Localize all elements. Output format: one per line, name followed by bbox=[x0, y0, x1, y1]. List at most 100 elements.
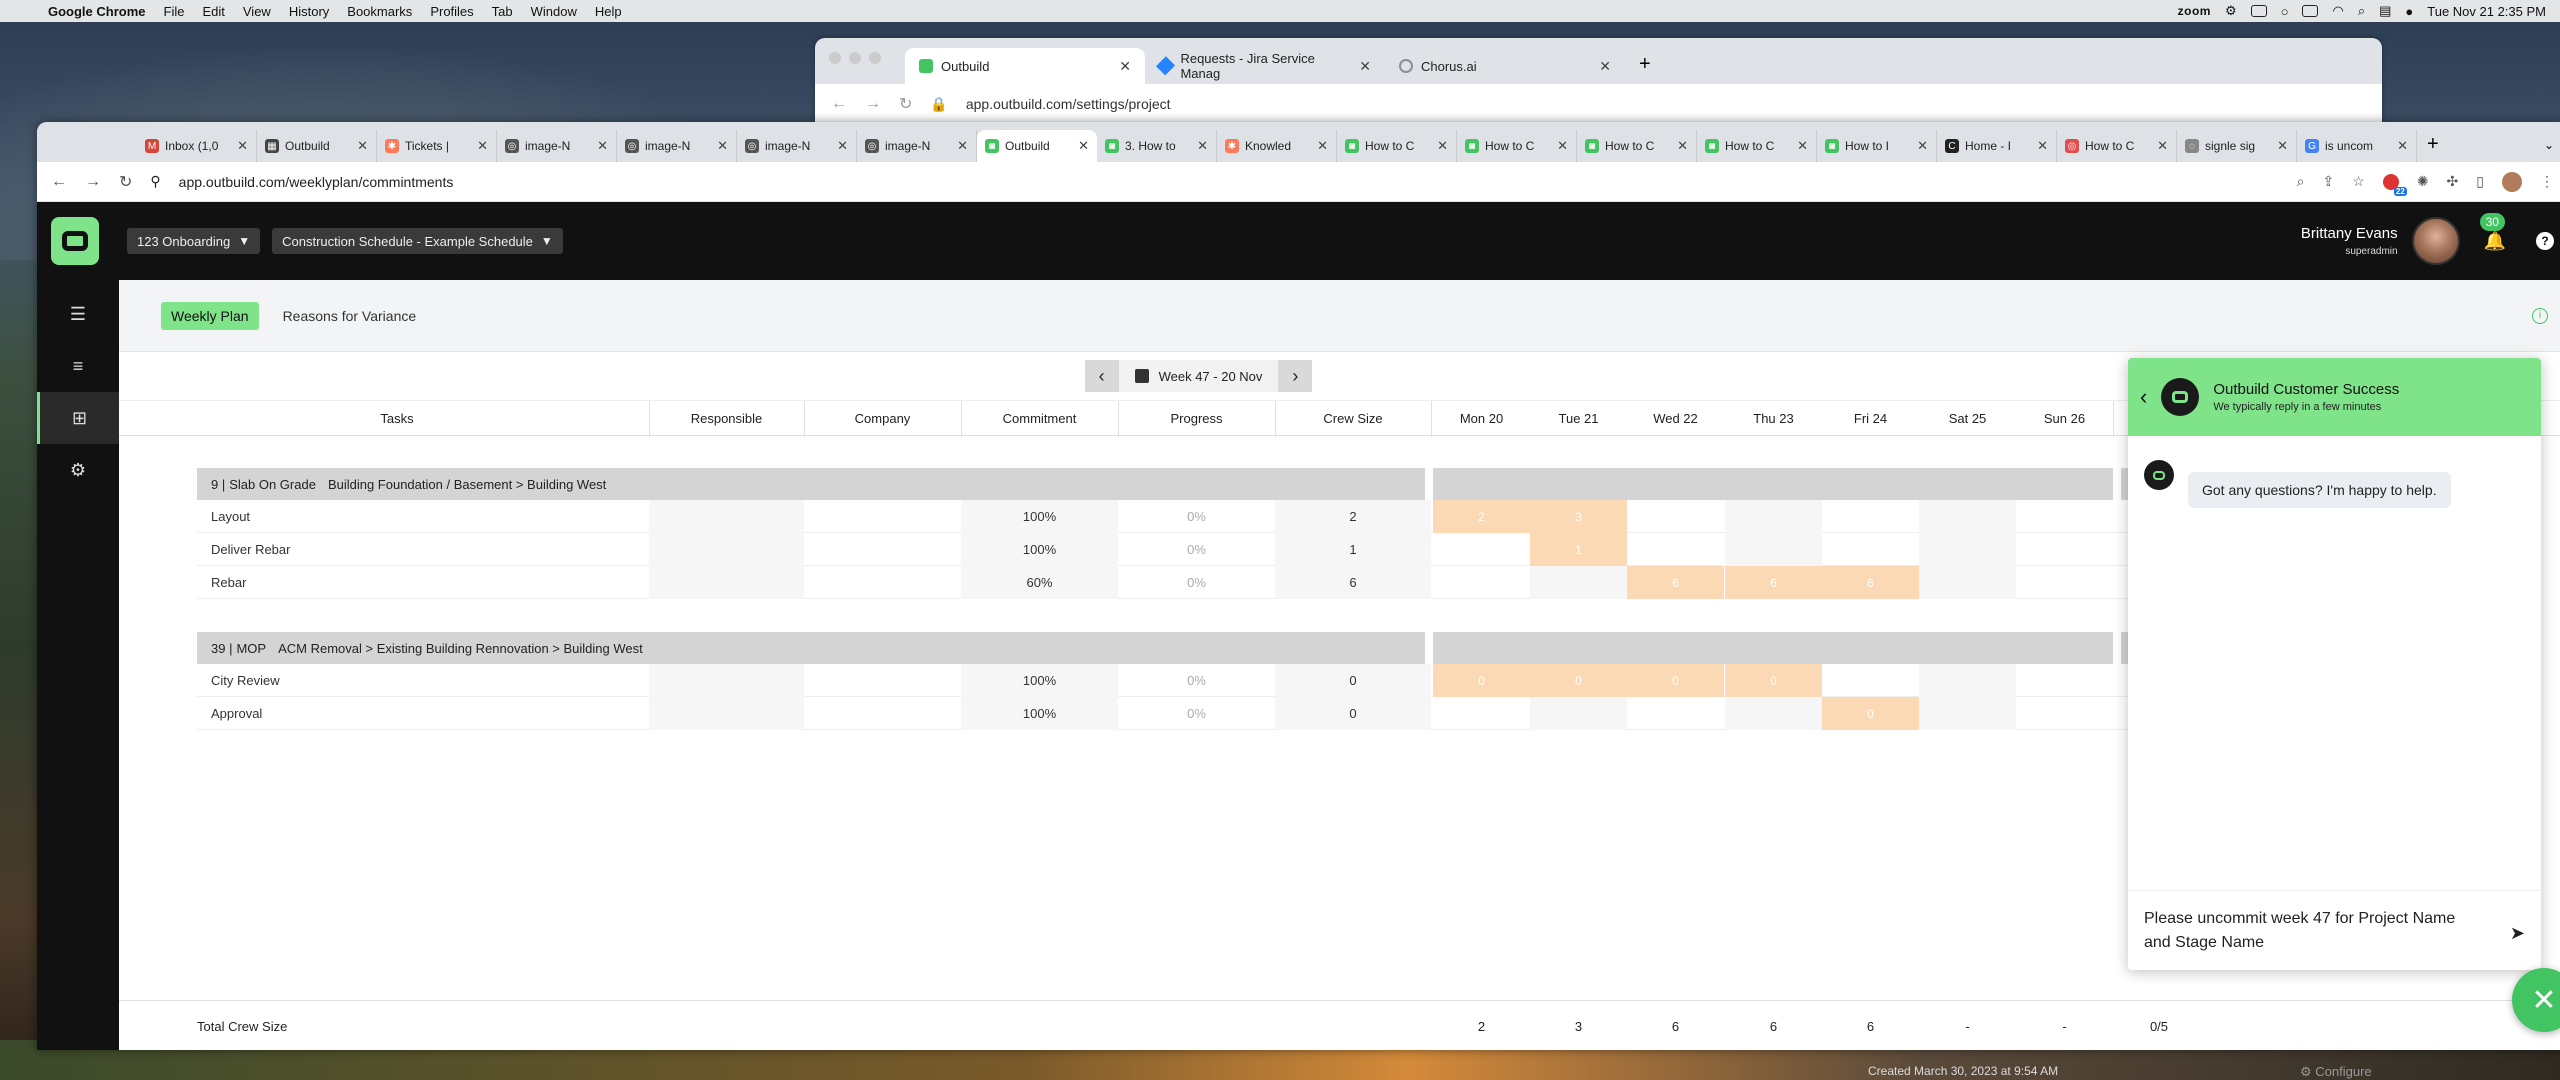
battery-icon[interactable] bbox=[2302, 5, 2319, 17]
crew-size-cell[interactable]: 6 bbox=[1275, 566, 1431, 599]
commitment-cell[interactable]: 100% bbox=[961, 500, 1118, 533]
zoom-status[interactable]: zoom bbox=[2178, 4, 2211, 18]
col-progress[interactable]: Progress bbox=[1118, 411, 1275, 426]
day-cell[interactable]: 2 bbox=[1433, 500, 1530, 533]
close-tab-icon[interactable]: ✕ bbox=[1599, 58, 1611, 75]
close-tab-icon[interactable]: ✕ bbox=[2157, 138, 2168, 154]
close-tab-icon[interactable]: ✕ bbox=[1437, 138, 1448, 154]
browser-tab[interactable]: ✱ Knowled ✕ bbox=[1217, 130, 1337, 162]
background-configure-link[interactable]: ⚙ Configure bbox=[2300, 1064, 2372, 1080]
day-cell[interactable] bbox=[1919, 566, 2016, 599]
menu-help[interactable]: Help bbox=[595, 4, 622, 19]
task-name[interactable]: Deliver Rebar bbox=[211, 533, 631, 566]
close-tab-icon[interactable]: ✕ bbox=[1677, 138, 1688, 154]
day-cell[interactable] bbox=[1627, 697, 1724, 730]
menu-edit[interactable]: Edit bbox=[202, 4, 224, 19]
sidebar-item-lookahead[interactable]: ≡ bbox=[37, 340, 119, 392]
browser-tab[interactable]: ◙ How to C ✕ bbox=[1577, 130, 1697, 162]
close-tab-icon[interactable]: ✕ bbox=[597, 138, 608, 154]
day-cell[interactable]: 0 bbox=[1725, 664, 1822, 697]
task-name[interactable]: Layout bbox=[211, 500, 631, 533]
sidebar-item-schedule[interactable]: ☰ bbox=[37, 288, 119, 340]
browser-tab[interactable]: Gis uncom ✕ bbox=[2297, 130, 2417, 162]
company-cell[interactable] bbox=[804, 533, 961, 566]
extension-icon[interactable]: ✺ bbox=[2417, 173, 2429, 190]
menubar-app-name[interactable]: Google Chrome bbox=[48, 4, 146, 19]
close-tab-icon[interactable]: ✕ bbox=[1917, 138, 1928, 154]
puzzle-icon[interactable]: ✣ bbox=[2447, 173, 2459, 190]
crew-size-cell[interactable]: 2 bbox=[1275, 500, 1431, 533]
menu-profiles[interactable]: Profiles bbox=[430, 4, 473, 19]
col-day-mon[interactable]: Mon 20 bbox=[1433, 411, 1530, 426]
table-row[interactable]: Layout 100% 0% 2 2 3 bbox=[197, 500, 2297, 533]
profile-avatar[interactable] bbox=[2502, 171, 2522, 192]
browser-tab[interactable]: ◙ How to C ✕ bbox=[1697, 130, 1817, 162]
chevron-left-icon[interactable]: ‹ bbox=[2140, 384, 2147, 410]
menu-tab[interactable]: Tab bbox=[492, 4, 513, 19]
browser-tab[interactable]: ◎ How to C ✕ bbox=[2057, 130, 2177, 162]
col-day-tue[interactable]: Tue 21 bbox=[1530, 411, 1627, 426]
day-cell[interactable] bbox=[1919, 697, 2016, 730]
day-cell[interactable] bbox=[1725, 697, 1822, 730]
close-tab-icon[interactable]: ✕ bbox=[237, 138, 248, 154]
forward-arrow-icon[interactable]: → bbox=[85, 173, 101, 191]
company-cell[interactable] bbox=[804, 566, 961, 599]
close-tab-icon[interactable]: ✕ bbox=[1119, 58, 1131, 75]
browser-tab[interactable]: C Home - I ✕ bbox=[1937, 130, 2057, 162]
close-tab-icon[interactable]: ✕ bbox=[2277, 138, 2288, 154]
menu-bookmarks[interactable]: Bookmarks bbox=[347, 4, 412, 19]
menu-window[interactable]: Window bbox=[531, 4, 577, 19]
commitment-cell[interactable]: 100% bbox=[961, 533, 1118, 566]
browser-tab[interactable]: ◙ How to I ✕ bbox=[1817, 130, 1937, 162]
sidebar-item-weekly-plan[interactable]: ⊞ bbox=[37, 392, 119, 444]
day-cell[interactable] bbox=[1822, 500, 1919, 533]
day-cell[interactable] bbox=[1725, 500, 1822, 533]
col-commitment[interactable]: Commitment bbox=[961, 411, 1118, 426]
day-cell[interactable] bbox=[1919, 533, 2016, 566]
day-cell[interactable]: 6 bbox=[1725, 566, 1822, 599]
browser-tab[interactable]: ◎ image-N ✕ bbox=[617, 130, 737, 162]
browser-tab[interactable]: ◌ signle sig ✕ bbox=[2177, 130, 2297, 162]
close-tab-icon[interactable]: ✕ bbox=[1797, 138, 1808, 154]
day-cell[interactable]: 0 bbox=[1433, 664, 1530, 697]
new-tab-icon[interactable]: + bbox=[2417, 133, 2449, 162]
col-crew-size[interactable]: Crew Size bbox=[1275, 411, 1431, 426]
browser-tab[interactable]: ◙ Outbuild ✕ bbox=[977, 130, 1097, 162]
day-cell[interactable] bbox=[1725, 533, 1822, 566]
col-day-sun[interactable]: Sun 26 bbox=[2016, 411, 2113, 426]
chat-input[interactable]: Please uncommit week 47 for Project Name… bbox=[2128, 890, 2541, 970]
table-row[interactable]: Rebar 60% 0% 6 6 6 6 bbox=[197, 566, 2297, 599]
col-day-thu[interactable]: Thu 23 bbox=[1725, 411, 1822, 426]
info-icon[interactable]: i bbox=[2532, 307, 2548, 324]
day-cell[interactable]: 1 bbox=[1530, 533, 1627, 566]
menu-view[interactable]: View bbox=[243, 4, 271, 19]
chrome-menu-icon[interactable]: ⋮ bbox=[2540, 173, 2554, 190]
browser-tab[interactable]: ◎ image-N ✕ bbox=[737, 130, 857, 162]
bg-url[interactable]: app.outbuild.com/settings/project bbox=[966, 96, 1171, 112]
tab-weekly-plan[interactable]: Weekly Plan bbox=[161, 301, 259, 330]
close-tab-icon[interactable]: ✕ bbox=[717, 138, 728, 154]
prev-week-button[interactable]: ‹ bbox=[1084, 360, 1119, 392]
close-tab-icon[interactable]: ✕ bbox=[1557, 138, 1568, 154]
close-tab-icon[interactable]: ✕ bbox=[1359, 58, 1371, 75]
col-responsible[interactable]: Responsible bbox=[649, 411, 804, 426]
minimize-window-icon[interactable] bbox=[849, 52, 861, 64]
notifications-bell-icon[interactable]: 🔔 30 bbox=[2479, 212, 2506, 252]
project-select[interactable]: 123 Onboarding ▼ bbox=[127, 228, 261, 254]
day-cell[interactable] bbox=[1627, 500, 1724, 533]
task-name[interactable]: Rebar bbox=[211, 566, 631, 599]
browser-tab[interactable]: ✱ Tickets | ✕ bbox=[377, 130, 497, 162]
day-cell[interactable] bbox=[2016, 533, 2113, 566]
browser-tab[interactable]: ◙ How to C ✕ bbox=[1337, 130, 1457, 162]
crew-size-cell[interactable]: 1 bbox=[1275, 533, 1431, 566]
day-cell[interactable]: 6 bbox=[1627, 566, 1724, 599]
record-icon[interactable]: ○ bbox=[2281, 4, 2289, 19]
company-cell[interactable] bbox=[804, 697, 961, 730]
extension-badge-icon[interactable]: 22 bbox=[2382, 173, 2407, 196]
commitment-cell[interactable]: 100% bbox=[961, 664, 1118, 697]
day-cell[interactable] bbox=[1433, 566, 1530, 599]
help-icon[interactable]: ? bbox=[2536, 232, 2554, 250]
crew-size-cell[interactable]: 0 bbox=[1275, 697, 1431, 730]
table-row[interactable]: Deliver Rebar 100% 0% 1 1 bbox=[197, 533, 2297, 566]
col-tasks[interactable]: Tasks bbox=[197, 411, 597, 426]
